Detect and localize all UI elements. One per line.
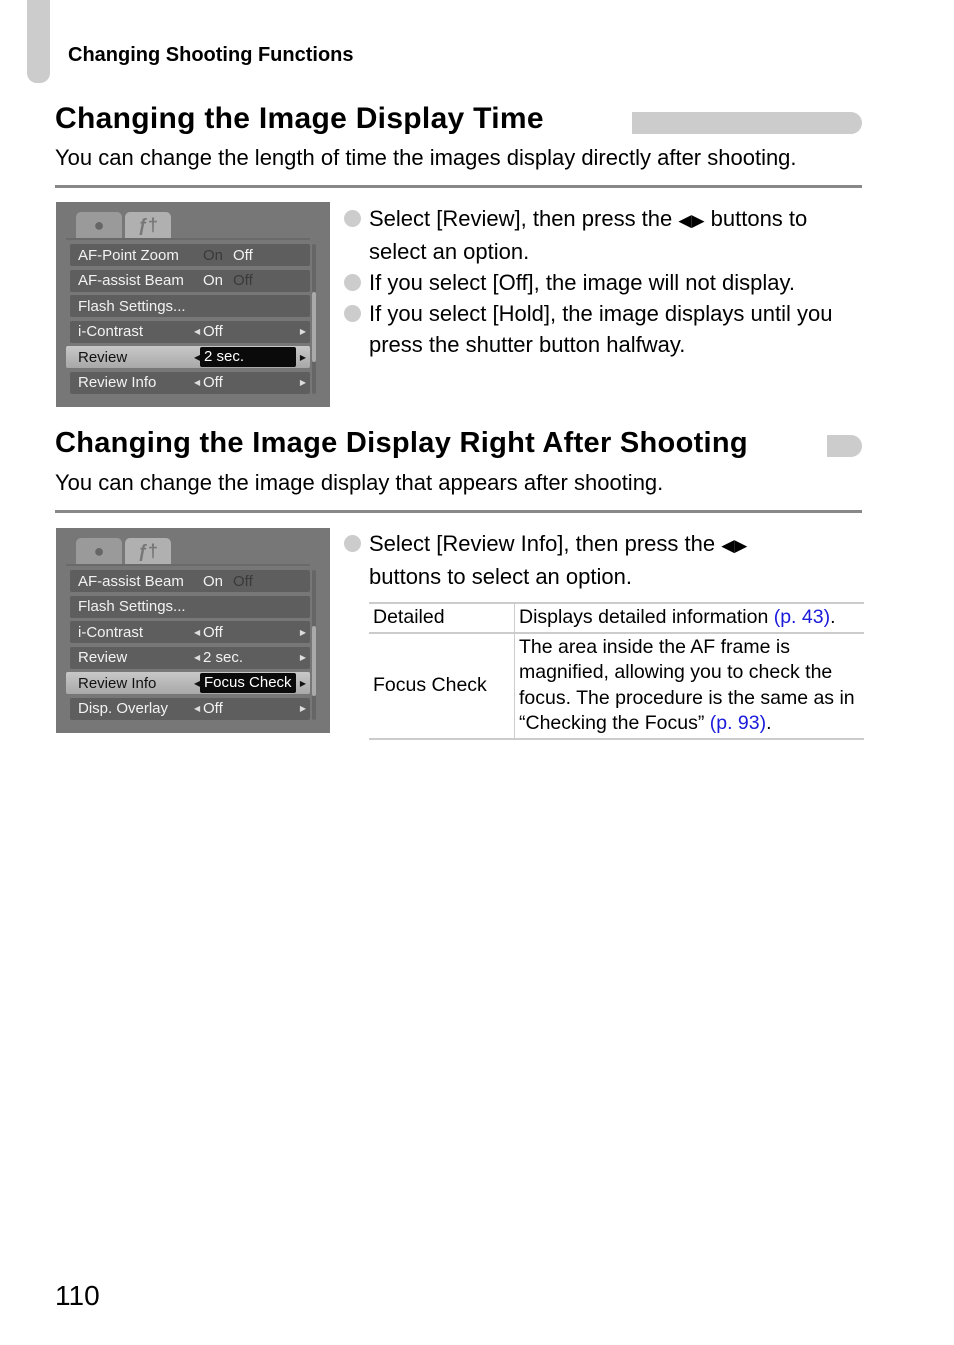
bullet-item: If you select [Hold], the image displays… [344,298,864,360]
left-arrow-icon: ◀ [194,327,201,337]
camera-menu-screenshot: ● ƒ† AF-assist Beam On Off Flash Settings… [56,528,330,733]
option-description: The area inside the AF frame is magnifie… [514,631,864,740]
bullet-item: If you select [Off], the image will not … [344,267,864,298]
menu-row: Flash Settings... [70,295,310,318]
camera-menu-screenshot: ● ƒ† AF-Point Zoom On Off AF-assist Beam … [56,202,330,407]
table-row: Focus Check The area inside the AF frame… [369,631,864,740]
right-arrow-icon: ▶ [299,627,306,637]
page-link[interactable]: (p. 43) [774,606,830,628]
section-intro: You can change the length of time the im… [55,145,797,170]
scrollbar [312,570,316,720]
right-arrow-icon: ▶ [299,678,306,688]
left-arrow-icon: ◀ [194,653,201,663]
menu-row: Flash Settings... [70,595,310,618]
left-right-buttons-icon: ◀▶ [678,211,705,230]
section-title-display-time: Changing the Image Display Time [55,102,544,135]
left-arrow-icon: ◀ [194,704,201,714]
section-intro: You can change the image display that ap… [55,470,664,495]
page-link[interactable]: (p. 93) [710,712,766,734]
menu-row: i-Contrast ◀ Off ▶ [70,621,310,644]
table-row: Detailed Displays detailed information (… [369,602,864,634]
left-arrow-icon: ◀ [194,627,201,637]
menu-row: AF-assist Beam On Off [70,570,310,592]
review-info-options-table: Detailed Displays detailed information (… [369,602,864,740]
menu-row: i-Contrast ◀ Off ▶ [70,320,310,343]
instructions-list: Select [Review Info], then press the ◀▶ … [344,528,804,592]
bullet-icon [344,210,361,227]
right-arrow-icon: ▶ [299,352,306,362]
right-arrow-icon: ▶ [299,327,306,337]
menu-row: AF-assist Beam On Off [70,269,310,292]
section-divider [55,185,862,188]
section-title-display-after-shooting: Changing the Image Display Right After S… [55,427,748,459]
bullet-icon [344,305,361,322]
camera-icon: ● [76,212,122,238]
menu-row-selected: Review Info ◀ Focus Check ▶ [66,672,310,695]
option-name: Detailed [369,602,515,634]
option-description: Displays detailed information (p. 43). [514,602,864,634]
bullet-icon [344,535,361,552]
right-arrow-icon: ▶ [299,378,306,388]
menu-row: Review ◀ 2 sec. ▶ [70,646,310,669]
menu-row-selected: Review ◀ 2 sec. ▶ [66,346,310,369]
left-right-buttons-icon: ◀▶ [721,536,748,555]
menu-row: Review Info ◀ Off ▶ [70,371,310,394]
bullet-item: Select [Review], then press the ◀▶ butto… [344,203,864,267]
camera-icon: ● [76,538,122,564]
tools-icon: ƒ† [125,212,171,238]
page-number: 110 [55,1280,100,1311]
right-arrow-icon: ▶ [299,653,306,663]
option-name: Focus Check [369,631,515,740]
chapter-tab-marker [27,0,50,83]
title-decoration-bar [632,112,862,134]
section-divider [55,510,862,513]
instructions-list: Select [Review], then press the ◀▶ butto… [344,203,864,360]
bullet-icon [344,274,361,291]
chapter-title: Changing Shooting Functions [68,44,354,66]
left-arrow-icon: ◀ [194,378,201,388]
bullet-item: Select [Review Info], then press the ◀▶ … [344,528,804,592]
menu-row: AF-Point Zoom On Off [70,244,310,266]
tools-icon: ƒ† [125,538,171,564]
scrollbar [312,244,316,394]
title-decoration-bar [827,435,862,457]
menu-row: Disp. Overlay ◀ Off ▶ [70,697,310,720]
right-arrow-icon: ▶ [299,704,306,714]
